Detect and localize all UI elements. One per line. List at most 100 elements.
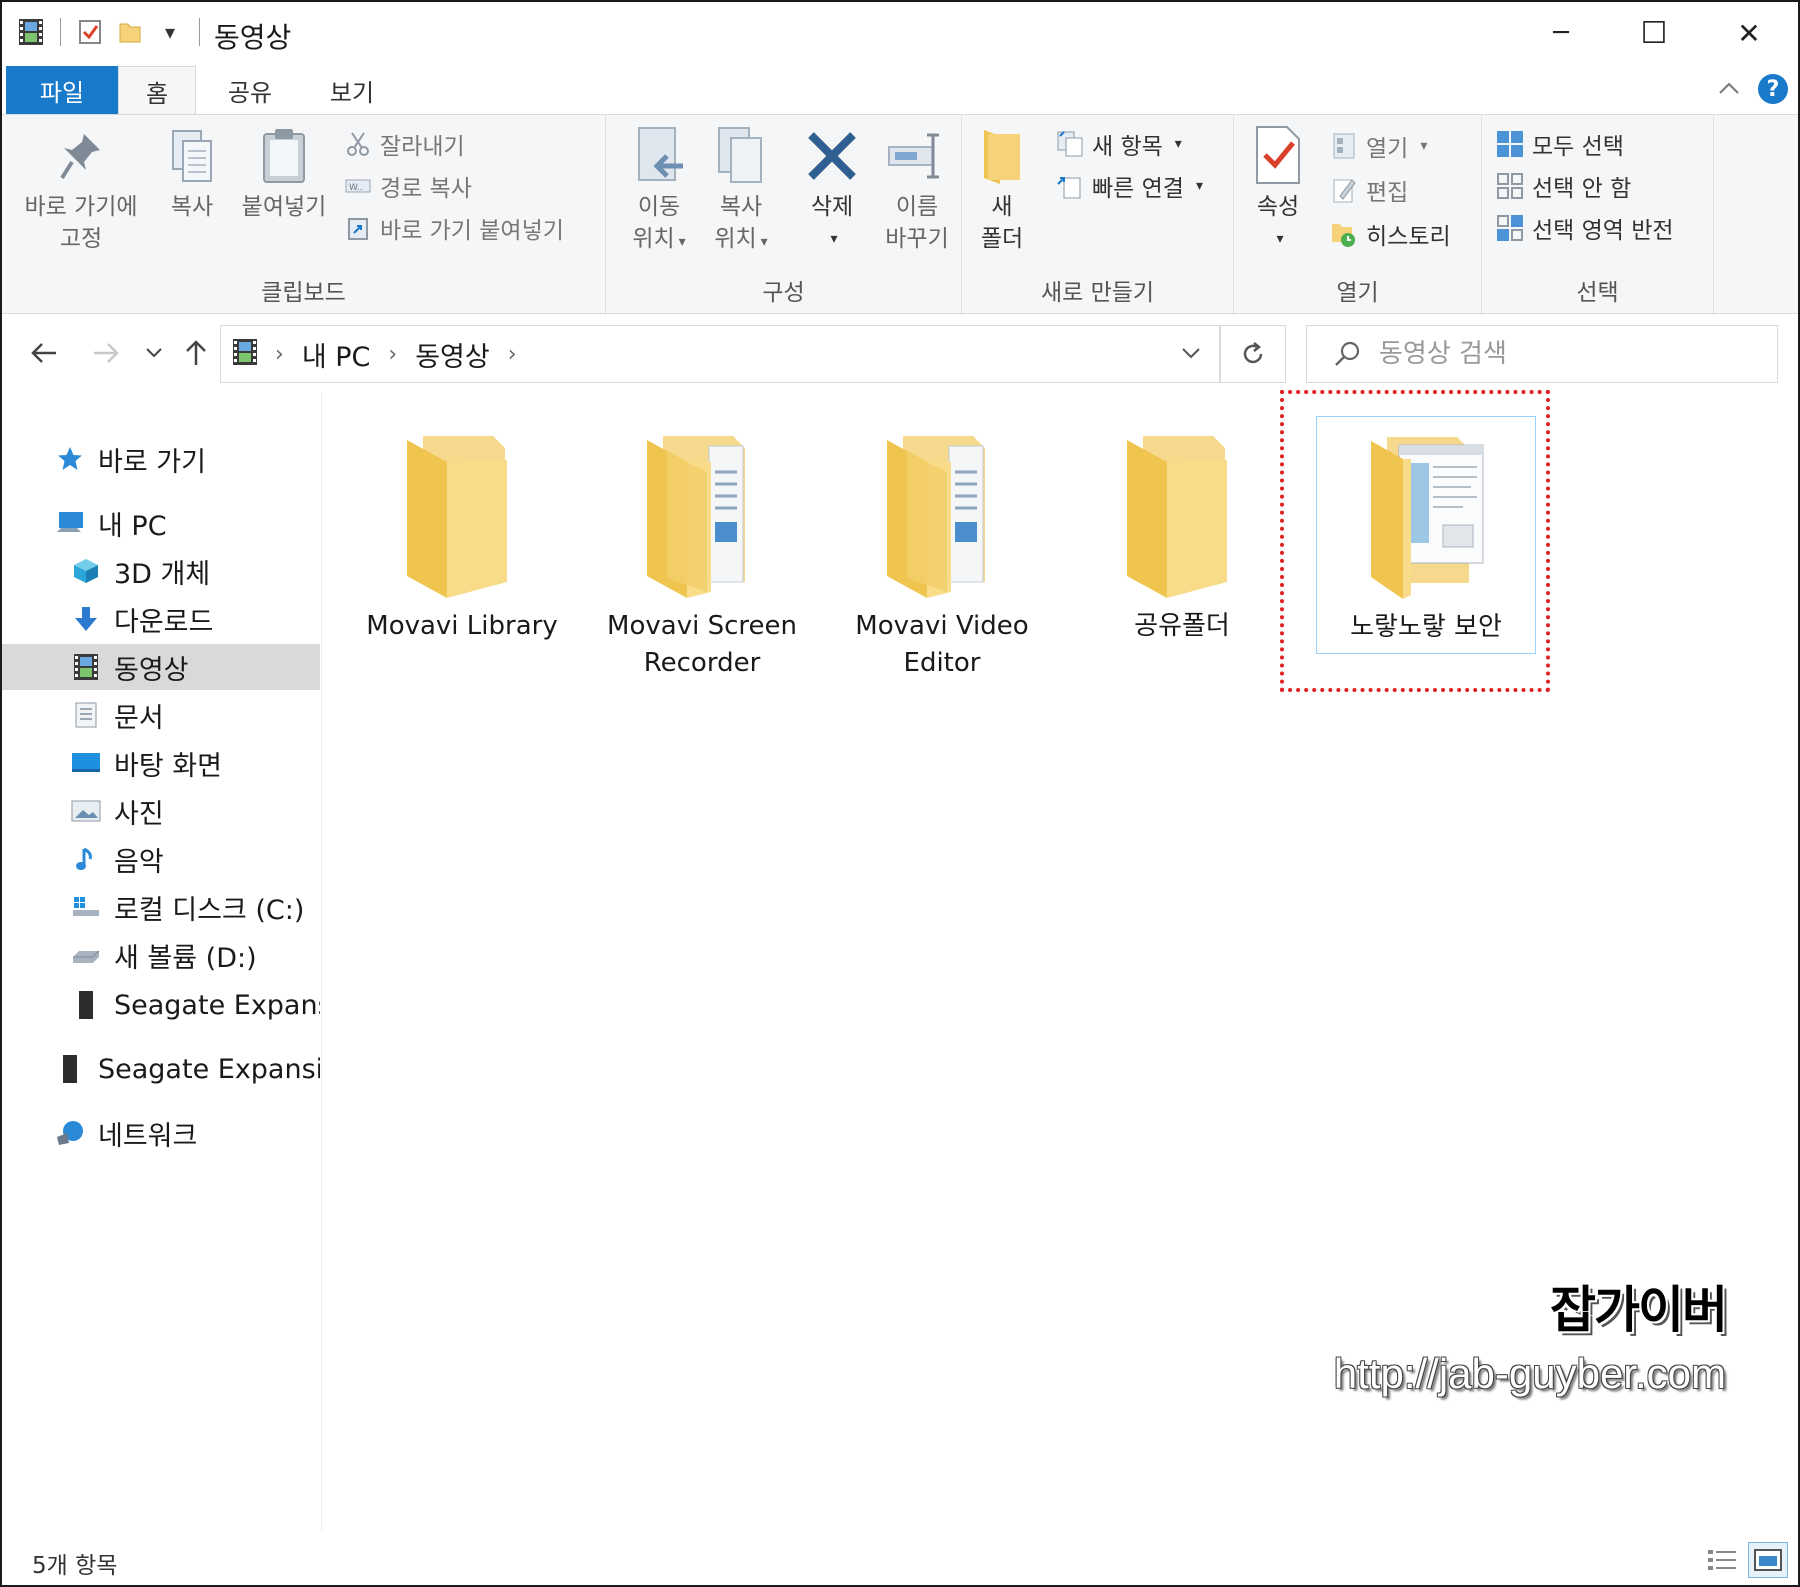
address-bar[interactable]: › 내 PC › 동영상 ›	[220, 325, 1220, 383]
breadcrumb-separator[interactable]: ›	[388, 342, 397, 367]
nav-item-videos[interactable]: 동영상	[2, 644, 320, 690]
desktop-icon	[70, 747, 102, 779]
new-folder-icon	[972, 123, 1032, 189]
search-icon	[1335, 341, 1360, 366]
move-to-button[interactable]: 이동 위치 ▾	[624, 123, 694, 258]
tab-share[interactable]: 공유	[210, 66, 290, 114]
computer-icon	[54, 507, 86, 539]
select-none-button[interactable]: 선택 안 함	[1496, 169, 1631, 203]
up-arrow-icon	[186, 340, 206, 365]
help-icon[interactable]: ?	[1758, 74, 1788, 104]
organize-group: 이동 위치 ▾ 복사 위치 ▾ 삭제 ▾ 이름 바꾸기 구성	[606, 115, 962, 315]
search-box[interactable]	[1306, 325, 1778, 383]
nav-item-seagate-2[interactable]: Seagate Expansion	[2, 1046, 320, 1092]
new-folder-qat-icon[interactable]	[115, 16, 145, 48]
nav-item-3d-objects[interactable]: 3D 개체	[2, 548, 320, 594]
breadcrumb-separator[interactable]: ›	[275, 342, 284, 367]
nav-item-drive-c[interactable]: 로컬 디스크 (C:)	[2, 884, 320, 930]
nav-item-documents[interactable]: 문서	[2, 692, 320, 738]
easy-access-button[interactable]: 빠른 연결 ▾	[1056, 169, 1203, 203]
new-folder-button[interactable]: 새 폴더	[972, 123, 1032, 255]
invert-selection-button[interactable]: 선택 영역 반전	[1496, 211, 1674, 245]
rename-line2: 바꾸기	[885, 226, 949, 252]
folder-tile[interactable]: Movavi Library	[352, 432, 572, 645]
nav-item-label: 동영상	[114, 654, 189, 686]
copy-path-icon: W..	[344, 172, 372, 200]
tab-view[interactable]: 보기	[312, 66, 392, 114]
cut-button[interactable]: 잘라내기	[344, 127, 465, 161]
folder-tile[interactable]: Movavi Video Editor	[832, 432, 1052, 682]
ribbon-right-controls: ?	[1718, 74, 1788, 104]
breadcrumb-this-pc[interactable]: 내 PC	[302, 335, 371, 374]
tab-file[interactable]: 파일	[6, 66, 118, 114]
nav-item-label: 바탕 화면	[114, 750, 222, 782]
new-item-icon	[1056, 130, 1084, 158]
new-item-label: 새 항목	[1092, 134, 1163, 160]
qat-dropdown-icon[interactable]: ▾	[155, 16, 185, 48]
nav-item-label: 다운로드	[114, 606, 214, 638]
large-icons-view-button[interactable]	[1748, 1542, 1788, 1578]
tab-home[interactable]: 홈	[118, 66, 196, 116]
back-button[interactable]	[26, 335, 62, 371]
nav-item-quick-access[interactable]: 바로 가기	[2, 436, 320, 482]
delete-x-icon	[802, 123, 862, 189]
folder-with-documents-icon	[647, 436, 745, 598]
recent-locations-button[interactable]	[136, 335, 172, 371]
open-group: 속성 ▾ 열기 ▾ 편집 히스토리 열기	[1234, 115, 1482, 315]
nav-item-label: Seagate Expansion	[98, 1053, 320, 1085]
folder-tile[interactable]: 공유폴더	[1072, 432, 1292, 645]
film-app-icon[interactable]	[16, 16, 46, 48]
nav-item-downloads[interactable]: 다운로드	[2, 596, 320, 642]
up-button[interactable]	[178, 335, 214, 371]
collapse-ribbon-icon[interactable]	[1718, 80, 1740, 99]
folder-icon	[407, 436, 507, 598]
copy-to-icon	[711, 123, 771, 189]
pin-label-line2: 고정	[59, 226, 103, 252]
move-to-icon	[629, 123, 689, 189]
quick-access-toolbar: ▾	[16, 16, 204, 48]
paste-button[interactable]: 붙여넣기	[234, 123, 334, 223]
copy-to-button[interactable]: 복사 위치 ▾	[706, 123, 776, 258]
select-all-button[interactable]: 모두 선택	[1496, 127, 1624, 161]
copy-button[interactable]: 복사	[154, 123, 230, 223]
nav-item-drive-d[interactable]: 새 볼륨 (D:)	[2, 932, 320, 978]
search-input[interactable]	[1379, 339, 1759, 369]
copy-path-button[interactable]: W.. 경로 복사	[344, 169, 472, 203]
forward-button[interactable]	[88, 335, 124, 371]
new-group: 새 폴더 새 항목 ▾ 빠른 연결 ▾ 새로 만들기	[962, 115, 1234, 315]
properties-check-icon[interactable]	[75, 16, 105, 48]
address-history-dropdown[interactable]	[1181, 340, 1201, 365]
cut-label: 잘라내기	[380, 134, 465, 160]
details-view-button[interactable]	[1702, 1542, 1742, 1578]
nav-item-label: 사진	[114, 798, 164, 830]
history-button[interactable]: 히스토리	[1330, 217, 1451, 251]
nav-item-this-pc[interactable]: 내 PC	[2, 500, 320, 546]
properties-button[interactable]: 속성 ▾	[1248, 123, 1308, 255]
film-icon	[70, 651, 102, 683]
open-button[interactable]: 열기 ▾	[1330, 129, 1427, 163]
pin-quick-access-button[interactable]: 바로 가기에 고정	[16, 123, 146, 255]
select-group: 모두 선택 선택 안 함 선택 영역 반전 선택	[1482, 115, 1714, 315]
refresh-button[interactable]	[1220, 325, 1286, 383]
edit-button[interactable]: 편집	[1330, 173, 1408, 207]
paste-shortcut-button[interactable]: 바로 가기 붙여넣기	[344, 211, 564, 245]
delete-button[interactable]: 삭제 ▾	[796, 123, 868, 255]
history-icon	[1330, 220, 1358, 248]
minimize-button[interactable]: ─	[1526, 8, 1596, 58]
close-button[interactable]: ✕	[1714, 8, 1784, 58]
breadcrumb-separator[interactable]: ›	[508, 342, 517, 367]
breadcrumb-videos[interactable]: 동영상	[415, 335, 490, 374]
nav-item-network[interactable]: 네트워크	[2, 1110, 320, 1156]
item-count: 5개 항목	[32, 1553, 118, 1579]
maximize-button[interactable]: ☐	[1619, 8, 1689, 58]
status-bar: 5개 항목	[2, 1532, 1798, 1585]
nav-item-pictures[interactable]: 사진	[2, 788, 320, 834]
nav-item-desktop[interactable]: 바탕 화면	[2, 740, 320, 786]
folder-tile[interactable]: Movavi Screen Recorder	[592, 432, 812, 682]
copy-to-line1: 복사	[719, 194, 763, 220]
rename-button[interactable]: 이름 바꾸기	[876, 123, 958, 255]
nav-item-music[interactable]: 음악	[2, 836, 320, 882]
new-item-button[interactable]: 새 항목 ▾	[1056, 127, 1182, 161]
nav-item-seagate-1[interactable]: Seagate Expansion	[2, 982, 320, 1028]
clipboard-group: 바로 가기에 고정 복사 붙여넣기 잘라내기 W.. 경로 복사 바로 가기 붙…	[2, 115, 606, 315]
